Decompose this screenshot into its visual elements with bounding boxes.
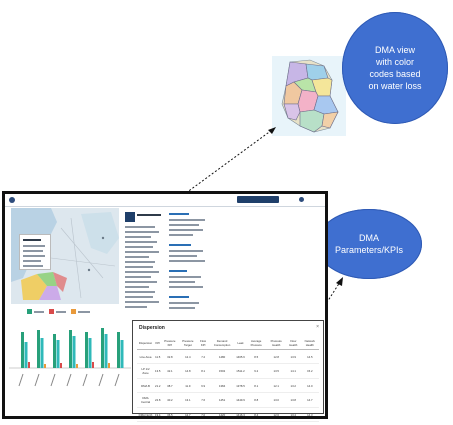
table-cell: 11.5: [154, 349, 162, 364]
legend-swatch-red: [49, 309, 54, 314]
table-cell: 21.2: [154, 378, 162, 393]
table-cell: 36.5: [161, 407, 179, 422]
table-cell: 40.2: [161, 392, 179, 408]
table-cell: 13.0: [266, 392, 286, 408]
table-row[interactable]: DMA North 19.4 36.5 12.7 7.0 1420 1416.3 8.4 12.…: [137, 407, 319, 422]
user-avatar-icon[interactable]: [299, 197, 304, 202]
legend-swatch-green: [27, 309, 32, 314]
table-cell: 6.9: [197, 378, 209, 393]
table-cell: 14.7: [300, 392, 319, 408]
table-cell: 13.1: [178, 392, 198, 408]
table-header-cell: Demand Consumption: [208, 337, 236, 350]
table-cell: 1378.5: [235, 378, 246, 393]
table-cell: 13.8: [285, 392, 301, 408]
table-cell: DMA North: [137, 407, 155, 422]
table-cell: 14.3: [300, 407, 319, 422]
table-cell: 13.5: [154, 363, 162, 379]
chart-header: [9, 308, 129, 316]
table-cell: 13.9: [285, 349, 301, 364]
table-header-cell: Leak: [235, 337, 246, 350]
table-cell: DMA B: [137, 378, 155, 393]
table-cell: 19.4: [154, 407, 162, 422]
table-cell: 12.1: [266, 378, 286, 393]
app-logo-icon: [9, 197, 15, 203]
table-cell: 12.7: [178, 407, 198, 422]
bar-group-3: [53, 334, 62, 368]
table-header-row: Dispersion KPI Pressure KPI Pressure Target…: [137, 337, 319, 350]
table-cell: 14.8: [178, 363, 198, 379]
table-header-cell: Flow Health: [285, 337, 301, 350]
app-toolbar: [5, 194, 325, 207]
table-cell: 13.4: [285, 407, 301, 422]
table-row[interactable]: Line Area 11.5 32.8 12.4 7.2 1480 1465.6 8.5 12.…: [137, 349, 319, 364]
kpi-panel: [167, 208, 215, 316]
table-header-cell: KPI: [154, 337, 162, 350]
table-cell: DMA Central: [137, 392, 155, 408]
kpi-table: Dispersion KPI Pressure KPI Pressure Target…: [137, 337, 319, 422]
legend-swatch-orange: [71, 309, 76, 314]
kpi-table-card: Dispersion × Dispersion KPI Pressure KPI Pr…: [132, 320, 324, 422]
table-cell: 15.2: [300, 363, 319, 379]
table-row[interactable]: DMA Central 22.8 40.2 13.1 7.6 1451 1449.9 8.8 1…: [137, 392, 319, 408]
table-cell: 1465.6: [235, 349, 246, 364]
table-cell: 8.1: [197, 363, 209, 379]
table-cell: 32.8: [161, 349, 179, 364]
close-icon[interactable]: ×: [316, 324, 319, 330]
dma-badge-icon: [125, 212, 135, 222]
bar-group-6: [101, 328, 110, 368]
table-row[interactable]: LP 1/2 Zone 13.5 42.1 14.8 8.1 1502 1511.2 9.2 1…: [137, 363, 319, 379]
table-cell: 42.1: [161, 363, 179, 379]
table-cell: 11.9: [178, 378, 198, 393]
table-cell: 8.4: [245, 407, 267, 422]
table-header-cell: Pressure KPI: [161, 337, 179, 350]
map-legend: [19, 234, 51, 270]
table-cell: 14.1: [285, 363, 301, 379]
table-cell: 1502: [208, 363, 236, 379]
dma-details-panel: [123, 208, 165, 316]
table-cell: 12.4: [178, 349, 198, 364]
bar-group-4: [69, 330, 78, 368]
table-cell: 14.0: [300, 378, 319, 393]
dma-map-pane[interactable]: [11, 208, 119, 304]
table-cell: 8.1: [245, 378, 267, 393]
table-header-cell: Dispersion: [137, 337, 155, 350]
table-cell: 12.6: [266, 407, 286, 422]
bar-group-7: [117, 332, 124, 368]
table-cell: 8.5: [245, 349, 267, 364]
table-cell: 12.8: [266, 349, 286, 364]
toolbar-button[interactable]: [237, 196, 279, 203]
table-header-cell: Network Health: [300, 337, 319, 350]
table-cell: 1420: [208, 407, 236, 422]
kpi-table-title: Dispersion: [139, 325, 165, 331]
table-cell: LP 1/2 Zone: [137, 363, 155, 379]
table-cell: 9.2: [245, 363, 267, 379]
table-cell: 1416.3: [235, 407, 246, 422]
table-header-cell: Pressure Health: [266, 337, 286, 350]
table-cell: 1384: [208, 378, 236, 393]
table-cell: 7.0: [197, 407, 209, 422]
bar-group-2: [37, 330, 46, 368]
table-cell: 1451: [208, 392, 236, 408]
bar-group-5: [85, 332, 94, 368]
table-cell: 14.5: [300, 349, 319, 364]
table-cell: 13.2: [285, 378, 301, 393]
table-cell: 38.7: [161, 378, 179, 393]
table-cell: 1511.2: [235, 363, 246, 379]
table-cell: 7.6: [197, 392, 209, 408]
table-cell: 7.2: [197, 349, 209, 364]
table-cell: 13.5: [266, 363, 286, 379]
table-header-cell: Pressure Target: [178, 337, 198, 350]
chart-icon: [9, 328, 131, 369]
table-cell: Line Area: [137, 349, 155, 364]
table-header-cell: Average Pressure: [245, 337, 267, 350]
table-cell: 22.8: [154, 392, 162, 408]
chart-x-axis: [18, 373, 120, 387]
table-cell: 1449.9: [235, 392, 246, 408]
bar-group-1: [21, 332, 30, 368]
table-cell: 1480: [208, 349, 236, 364]
table-cell: 8.8: [245, 392, 267, 408]
table-header-cell: Flow KPI: [197, 337, 209, 350]
table-row[interactable]: DMA B 21.2 38.7 11.9 6.9 1384 1378.5 8.1 12.1 13.…: [137, 378, 319, 393]
